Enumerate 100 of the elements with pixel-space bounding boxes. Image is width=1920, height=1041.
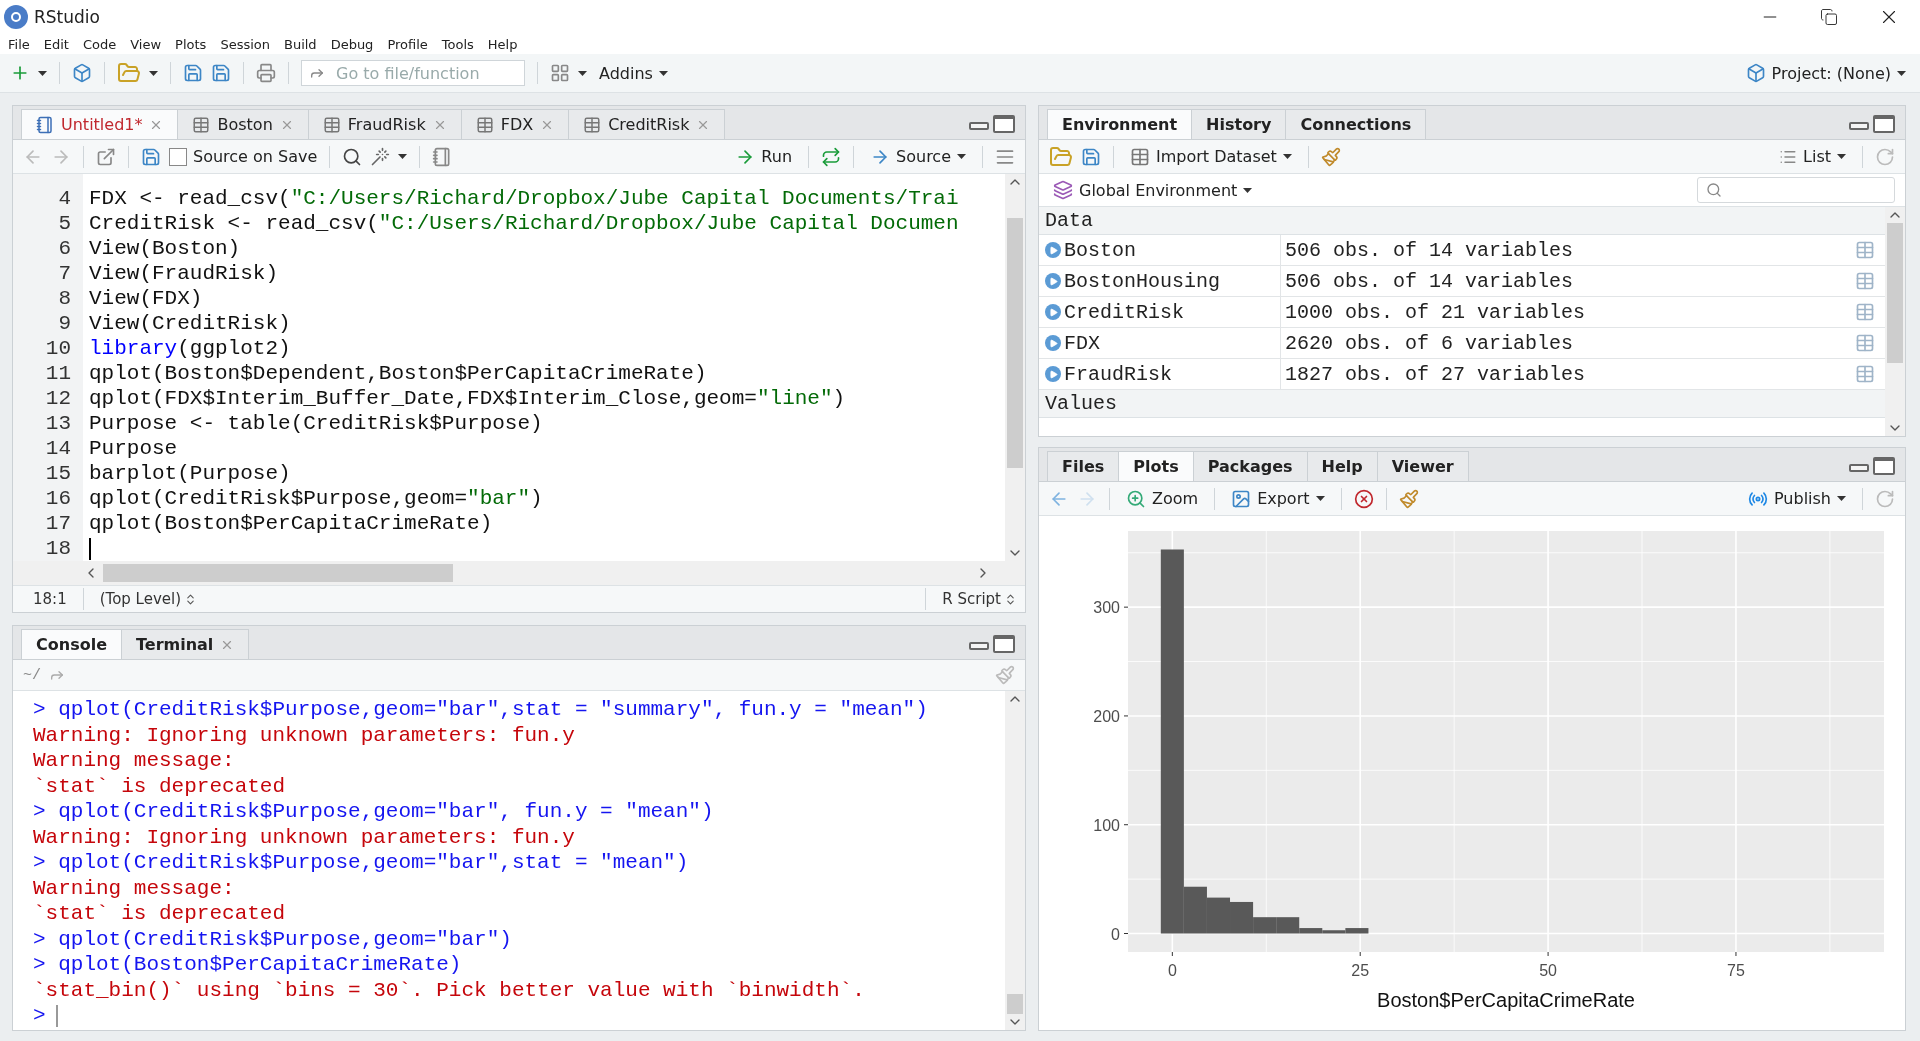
tab[interactable]: CreditRisk	[568, 109, 726, 139]
tab[interactable]: Packages	[1192, 451, 1308, 481]
text-cursor	[89, 537, 91, 560]
run-button[interactable]: Run	[731, 146, 797, 167]
expand-icon[interactable]	[1045, 335, 1061, 351]
tab[interactable]: Console	[21, 629, 122, 659]
environment-scope-button[interactable]: Global Environment	[1049, 180, 1257, 200]
menu-item[interactable]: Profile	[387, 36, 428, 52]
tab[interactable]: Environment	[1047, 109, 1193, 139]
maximize-icon[interactable]	[993, 115, 1015, 133]
maximize-icon[interactable]	[993, 635, 1015, 653]
go-to-file-field[interactable]: Go to file/function	[301, 60, 525, 86]
print-icon[interactable]	[256, 63, 276, 83]
magic-wand-icon[interactable]	[370, 146, 391, 167]
scrollbar-thumb[interactable]	[103, 564, 453, 582]
file-type-selector[interactable]: R Script	[942, 590, 1017, 608]
search-icon[interactable]	[342, 146, 363, 167]
source-button[interactable]: Source	[866, 146, 970, 167]
addins-button[interactable]: Addins	[595, 63, 672, 83]
save-icon[interactable]	[183, 63, 203, 83]
menu-item[interactable]: Code	[82, 36, 117, 52]
menu-item[interactable]: Tools	[441, 36, 474, 52]
code-line: FDX <- read_csv("C:/Users/Richard/Dropbox/Jube Capital Documents/Trai	[89, 186, 959, 211]
dropdown-caret-icon[interactable]	[38, 70, 47, 76]
tab[interactable]: Untitled1*	[21, 109, 179, 139]
import-dataset-button[interactable]: Import Dataset	[1126, 146, 1296, 167]
expand-icon[interactable]	[1045, 273, 1061, 289]
console-command: > qplot(CreditRisk$Purpose,geom="bar",stat = "summary", fun.y = "mean")	[33, 697, 929, 723]
scrollbar-thumb[interactable]	[1887, 223, 1903, 363]
zoom-button[interactable]: Zoom	[1122, 488, 1203, 509]
view-table-icon[interactable]	[1855, 364, 1875, 384]
line-number: 9	[58, 311, 71, 336]
view-table-icon[interactable]	[1855, 302, 1875, 322]
remove-plot-icon[interactable]	[1353, 488, 1374, 509]
save-all-icon[interactable]	[211, 63, 231, 83]
tab[interactable]: Connections	[1285, 109, 1427, 139]
search-field[interactable]	[1697, 177, 1895, 203]
up-down-icon	[1004, 592, 1017, 606]
grid-icon[interactable]	[550, 63, 570, 83]
console-output: `stat` is deprecated	[33, 773, 287, 799]
text-cursor	[55, 1004, 58, 1027]
publish-button[interactable]: Publish	[1743, 488, 1850, 509]
view-table-icon[interactable]	[1855, 271, 1875, 291]
expand-icon[interactable]	[1045, 304, 1061, 320]
save-icon[interactable]	[141, 146, 161, 167]
brush-icon[interactable]	[1398, 488, 1419, 509]
maximize-icon[interactable]	[1873, 457, 1895, 475]
tab[interactable]: Files	[1047, 451, 1120, 481]
scope-selector[interactable]: (Top Level)	[99, 590, 198, 608]
menu-item[interactable]: File	[8, 36, 30, 52]
variable-value: 1827 obs. of 27 variables	[1284, 362, 1587, 386]
folder-icon[interactable]	[1049, 144, 1073, 169]
tab[interactable]: Plots	[1118, 451, 1194, 481]
dropdown-caret-icon	[957, 154, 966, 159]
menu-item[interactable]: View	[130, 36, 162, 52]
tab[interactable]: Boston	[177, 109, 309, 139]
brush-icon[interactable]	[1320, 146, 1341, 167]
show-in-window-icon[interactable]	[96, 146, 116, 167]
folder-icon[interactable]	[117, 61, 141, 85]
maximize-icon[interactable]	[1873, 115, 1895, 133]
restore-window-icon[interactable]	[1820, 8, 1838, 26]
brush-icon[interactable]	[995, 665, 1015, 685]
cube-icon[interactable]	[72, 63, 92, 83]
tab[interactable]: History	[1191, 109, 1287, 139]
variable-name-text: FraudRisk	[1064, 362, 1173, 386]
notebook-icon[interactable]	[432, 146, 453, 167]
rerun-icon[interactable]	[821, 146, 842, 167]
project-button[interactable]: Project: (None)	[1741, 63, 1910, 83]
tab[interactable]: Viewer	[1376, 451, 1469, 481]
menu-item[interactable]: Help	[487, 36, 518, 52]
refresh-icon[interactable]	[1875, 146, 1895, 167]
line-number: 11	[45, 361, 71, 386]
dropdown-caret-icon[interactable]	[398, 154, 408, 159]
line-number: 8	[58, 286, 71, 311]
view-table-icon[interactable]	[1855, 333, 1875, 353]
menu-item[interactable]: Edit	[43, 36, 69, 52]
expand-icon[interactable]	[1045, 366, 1061, 382]
export-button[interactable]: Export	[1227, 488, 1329, 509]
expand-icon[interactable]	[1045, 242, 1061, 258]
code-line: Purpose	[89, 436, 178, 461]
code-line: View(Boston)	[89, 236, 241, 261]
menu-item[interactable]: Build	[284, 36, 317, 52]
menu-item[interactable]: Plots	[175, 36, 207, 52]
view-table-icon[interactable]	[1855, 240, 1875, 260]
scrollbar-thumb[interactable]	[1007, 218, 1023, 468]
cube-icon	[1745, 63, 1766, 83]
scrollbar-thumb[interactable]	[1007, 994, 1023, 1014]
refresh-icon[interactable]	[1875, 488, 1895, 509]
tab[interactable]: Help	[1306, 451, 1378, 481]
save-icon[interactable]	[1081, 146, 1101, 167]
tab[interactable]: Terminal	[121, 629, 250, 659]
dropdown-caret-icon[interactable]	[149, 70, 158, 76]
dropdown-caret-icon[interactable]	[578, 70, 587, 76]
line-number: 10	[45, 336, 71, 361]
tab[interactable]: FraudRisk	[307, 109, 462, 139]
view-mode-button[interactable]: List	[1775, 147, 1850, 166]
menu-item[interactable]: Session	[220, 36, 270, 52]
menu-item[interactable]: Debug	[330, 36, 374, 52]
source-on-save-checkbox[interactable]: Source on Save	[169, 147, 318, 166]
tab[interactable]: FDX	[460, 109, 570, 139]
